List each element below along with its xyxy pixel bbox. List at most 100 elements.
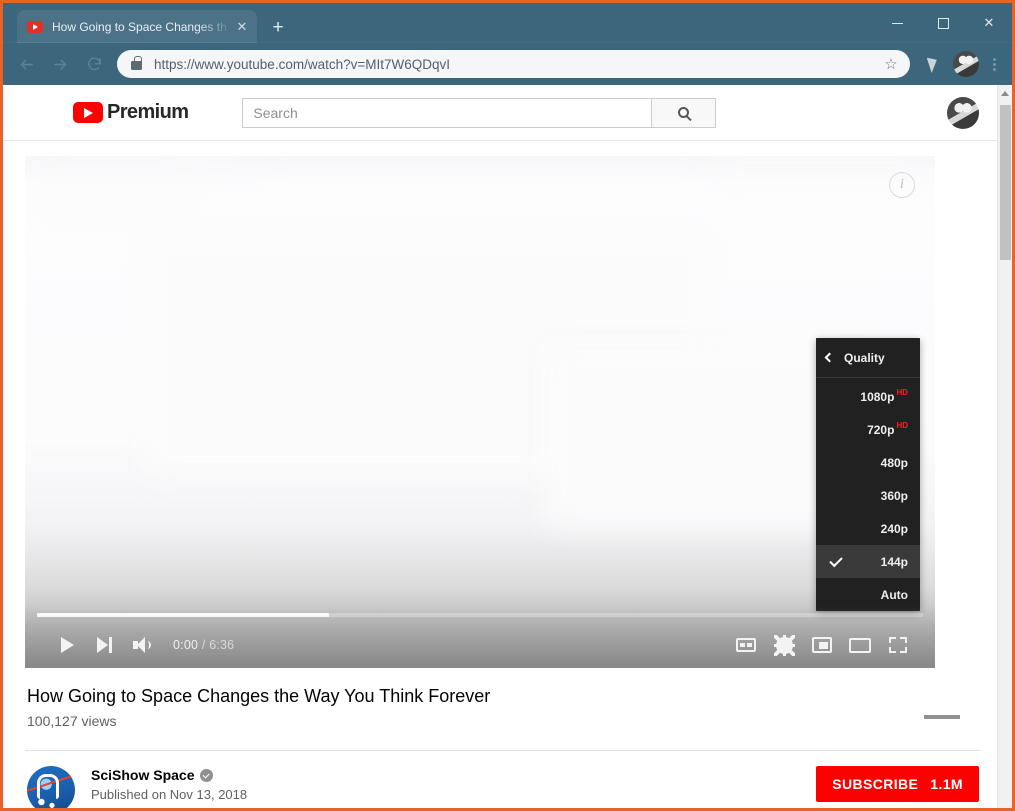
- video-frame-artifact: [37, 164, 267, 176]
- browser-tab-title: How Going to Space Changes th: [52, 19, 227, 34]
- captions-button[interactable]: [727, 626, 765, 664]
- quality-option-240p[interactable]: 240p: [816, 512, 920, 545]
- view-count: 100,127 views: [27, 713, 117, 729]
- browser-tab[interactable]: How Going to Space Changes th ✕: [17, 10, 257, 43]
- fullscreen-button[interactable]: [879, 626, 917, 664]
- chevron-left-icon: [824, 352, 835, 363]
- quality-option-144p[interactable]: 144p: [816, 545, 920, 578]
- page-scrollbar[interactable]: [997, 85, 1012, 808]
- quality-settings-menu[interactable]: Quality 1080p HD 720p HD 480p 360p 240p …: [816, 338, 920, 611]
- address-bar-url: https://www.youtube.com/watch?v=MIt7W6QD…: [154, 56, 450, 72]
- current-time: 0:00: [173, 638, 199, 652]
- miniplayer-icon: [812, 637, 832, 653]
- address-bar[interactable]: https://www.youtube.com/watch?v=MIt7W6QD…: [117, 50, 910, 78]
- youtube-page: Premium Search i Quality 1080p HD 720p H…: [3, 85, 997, 808]
- window-minimize-button[interactable]: [874, 3, 920, 43]
- channel-row: SciShow Space Published on Nov 13, 2018 …: [25, 751, 981, 808]
- time-display: 0:00 / 6:36: [173, 638, 234, 652]
- closed-captions-icon: [736, 638, 756, 652]
- video-actions-placeholder[interactable]: [924, 715, 960, 719]
- player-controls-left: 0:00 / 6:36: [47, 626, 234, 664]
- quality-option-480p[interactable]: 480p: [816, 446, 920, 479]
- next-video-button[interactable]: [85, 626, 123, 664]
- reload-button[interactable]: [77, 47, 111, 81]
- quality-option-label: 144p: [880, 554, 908, 569]
- youtube-premium-logo[interactable]: Premium: [73, 101, 189, 124]
- channel-name-row: SciShow Space: [91, 767, 247, 783]
- time-separator: /: [201, 638, 206, 652]
- profile-avatar-icon[interactable]: [953, 51, 979, 77]
- browser-window: How Going to Space Changes th ✕ + ✕ http…: [0, 0, 1015, 811]
- youtube-favicon-icon: [27, 20, 43, 33]
- extension-icon[interactable]: [916, 47, 950, 81]
- kebab-menu-icon[interactable]: [982, 47, 1006, 81]
- window-close-button[interactable]: ✕: [966, 3, 1012, 43]
- quality-option-label: 360p: [880, 488, 908, 503]
- quality-option-label: 720p: [867, 422, 895, 437]
- player-controls-right: [727, 626, 917, 664]
- info-icon[interactable]: i: [889, 172, 915, 198]
- lock-icon: [131, 56, 142, 70]
- duration: 6:36: [209, 638, 235, 652]
- views-row: 100,127 views: [27, 713, 958, 729]
- channel-avatar[interactable]: [27, 766, 75, 808]
- account-avatar[interactable]: [947, 96, 979, 129]
- miniplayer-button[interactable]: [803, 626, 841, 664]
- quality-option-360p[interactable]: 360p: [816, 479, 920, 512]
- window-maximize-button[interactable]: [920, 3, 966, 43]
- youtube-premium-wordmark: Premium: [107, 101, 189, 123]
- back-button[interactable]: [9, 47, 43, 81]
- subscriber-count: 1.1M: [930, 776, 963, 792]
- checkmark-icon: [829, 553, 843, 568]
- player-controls: 0:00 / 6:36: [25, 606, 935, 668]
- chevron-up-icon: [1001, 91, 1009, 96]
- divider: [25, 750, 981, 751]
- quality-menu-items: 1080p HD 720p HD 480p 360p 240p 144p Aut…: [816, 378, 920, 611]
- theater-mode-button[interactable]: [841, 626, 879, 664]
- watch-content: i Quality 1080p HD 720p HD 480p 360p 240…: [3, 141, 997, 808]
- star-icon[interactable]: ☆: [878, 51, 904, 77]
- publish-date: Published on Nov 13, 2018: [91, 787, 248, 802]
- subscribe-label: SUBSCRIBE: [832, 776, 919, 792]
- quality-menu-header[interactable]: Quality: [816, 338, 920, 378]
- progress-bar[interactable]: [37, 613, 923, 617]
- new-tab-button[interactable]: +: [265, 15, 291, 41]
- quality-option-1080p[interactable]: 1080p HD: [816, 380, 920, 413]
- page-viewport: Premium Search i Quality 1080p HD 720p H…: [3, 85, 1012, 808]
- search-area: Search: [242, 97, 717, 128]
- settings-button[interactable]: [765, 626, 803, 664]
- window-controls: ✕: [874, 3, 1012, 43]
- video-player[interactable]: i Quality 1080p HD 720p HD 480p 360p 240…: [25, 156, 935, 668]
- play-icon: [61, 637, 74, 653]
- search-placeholder: Search: [253, 104, 298, 121]
- settings-gear-icon: [773, 634, 795, 656]
- hd-badge: HD: [896, 421, 908, 430]
- search-icon: [678, 107, 690, 118]
- scrollbar-thumb[interactable]: [1000, 105, 1011, 260]
- subscribe-button[interactable]: SUBSCRIBE 1.1M: [816, 766, 979, 802]
- browser-title-bar: How Going to Space Changes th ✕ + ✕: [3, 3, 1012, 43]
- quality-option-720p[interactable]: 720p HD: [816, 413, 920, 446]
- channel-info: SciShow Space Published on Nov 13, 2018: [91, 766, 247, 802]
- fullscreen-icon: [889, 637, 907, 653]
- progress-buffered: [37, 613, 330, 617]
- volume-icon: [133, 637, 151, 653]
- search-input[interactable]: Search: [242, 97, 653, 128]
- next-video-icon: [96, 637, 112, 653]
- channel-name[interactable]: SciShow Space: [91, 767, 194, 783]
- tab-close-icon[interactable]: ✕: [233, 18, 251, 36]
- forward-button[interactable]: [43, 47, 77, 81]
- scrollbar-up-arrow[interactable]: [998, 85, 1012, 102]
- volume-button[interactable]: [123, 626, 161, 664]
- quality-option-label: Auto: [880, 587, 908, 602]
- video-frame-artifact: [45, 180, 185, 210]
- verified-badge-icon: [200, 768, 214, 782]
- hd-badge: HD: [896, 388, 908, 397]
- youtube-masthead: Premium Search: [3, 85, 997, 141]
- page-title: How Going to Space Changes the Way You T…: [27, 686, 491, 706]
- play-button[interactable]: [47, 626, 85, 664]
- quality-menu-title: Quality: [844, 350, 885, 365]
- theater-mode-icon: [849, 637, 871, 653]
- search-button[interactable]: [652, 97, 717, 128]
- quality-option-label: 480p: [880, 455, 908, 470]
